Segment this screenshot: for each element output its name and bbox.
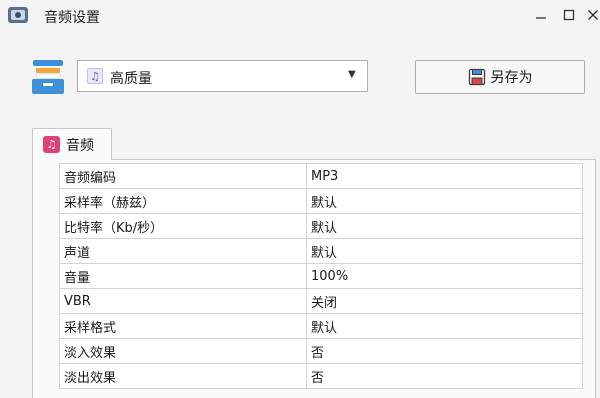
table-row[interactable]: 比特率（Kb/秒） 默认 bbox=[59, 213, 583, 239]
save-as-button[interactable]: 另存为 bbox=[415, 60, 585, 94]
preset-selected-value: 高质量 bbox=[110, 71, 152, 87]
music-file-icon: ♫ bbox=[87, 68, 103, 84]
table-row[interactable]: 音频编码 MP3 bbox=[59, 163, 583, 189]
table-row[interactable]: 声道 默认 bbox=[59, 238, 583, 264]
property-value[interactable]: MP3 bbox=[306, 163, 583, 189]
property-name: 比特率（Kb/秒） bbox=[59, 213, 307, 239]
property-name: 淡入效果 bbox=[59, 338, 307, 364]
maximize-icon bbox=[563, 9, 575, 21]
table-row[interactable]: 采样格式 默认 bbox=[59, 313, 583, 339]
minimize-icon bbox=[536, 17, 546, 19]
audio-settings-panel: 音频编码 MP3 采样率（赫兹） 默认 比特率（Kb/秒） 默认 声道 默认 音… bbox=[32, 159, 596, 398]
property-value[interactable]: 关闭 bbox=[306, 288, 583, 314]
audio-properties-table: 音频编码 MP3 采样率（赫兹） 默认 比特率（Kb/秒） 默认 声道 默认 音… bbox=[59, 163, 583, 389]
property-value[interactable]: 100% bbox=[306, 263, 583, 289]
minimize-button[interactable] bbox=[530, 4, 552, 26]
property-name: 采样率（赫兹） bbox=[59, 188, 307, 214]
title-bar: 音频设置 bbox=[0, 0, 600, 32]
maximize-button[interactable] bbox=[558, 4, 580, 26]
property-name: 采样格式 bbox=[59, 313, 307, 339]
property-value[interactable]: 否 bbox=[306, 338, 583, 364]
table-row[interactable]: 淡出效果 否 bbox=[59, 363, 583, 389]
property-value[interactable]: 默认 bbox=[306, 238, 583, 264]
property-value[interactable]: 默认 bbox=[306, 213, 583, 239]
preset-dropdown[interactable]: ♫ 高质量 ▼ bbox=[77, 60, 368, 92]
property-name: 淡出效果 bbox=[59, 363, 307, 389]
table-row[interactable]: 音量 100% bbox=[59, 263, 583, 289]
property-value[interactable]: 否 bbox=[306, 363, 583, 389]
property-value[interactable]: 默认 bbox=[306, 313, 583, 339]
preset-list-icon bbox=[32, 60, 64, 94]
save-as-label: 另存为 bbox=[490, 70, 533, 86]
close-icon bbox=[588, 10, 598, 20]
window-title: 音频设置 bbox=[44, 10, 100, 26]
floppy-disk-icon bbox=[468, 68, 485, 86]
table-row[interactable]: 淡入效果 否 bbox=[59, 338, 583, 364]
tab-audio[interactable]: ♫ 音频 bbox=[32, 128, 112, 160]
property-name: VBR bbox=[59, 288, 307, 314]
app-icon bbox=[8, 7, 28, 23]
chevron-down-icon[interactable]: ▼ bbox=[348, 69, 356, 80]
table-row[interactable]: 采样率（赫兹） 默认 bbox=[59, 188, 583, 214]
music-note-icon: ♫ bbox=[43, 136, 60, 153]
tab-audio-label: 音频 bbox=[66, 137, 94, 154]
property-name: 音频编码 bbox=[59, 163, 307, 189]
property-value[interactable]: 默认 bbox=[306, 188, 583, 214]
table-row[interactable]: VBR 关闭 bbox=[59, 288, 583, 314]
property-name: 音量 bbox=[59, 263, 307, 289]
property-name: 声道 bbox=[59, 238, 307, 264]
close-button[interactable] bbox=[582, 4, 600, 26]
